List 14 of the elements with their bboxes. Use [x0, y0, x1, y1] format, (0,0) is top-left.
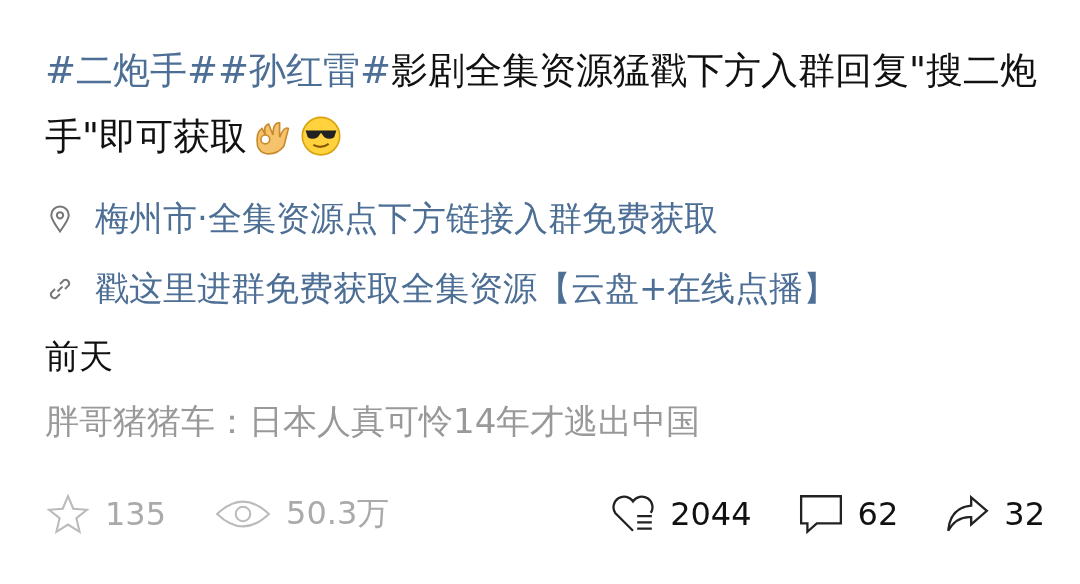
promo-link[interactable]: 戳这里进群免费获取全集资源【云盘+在线点播】: [95, 266, 838, 312]
stat-count: 135: [105, 495, 167, 533]
stat-count: 2044: [670, 495, 752, 533]
star-icon[interactable]: [45, 493, 91, 535]
topic-link[interactable]: #二炮手#: [45, 49, 218, 92]
post-text: #二炮手##孙红雷#影剧全集资源猛戳下方入群回复"搜二炮手"即可获取: [45, 48, 1039, 160]
comment-icon[interactable]: [797, 493, 844, 535]
topic-link[interactable]: #孙红雷#: [218, 49, 392, 92]
stat-count: 32: [1004, 495, 1045, 533]
stat-count: 50.3万: [286, 493, 390, 534]
post-time: 前天: [45, 335, 114, 378]
location-link[interactable]: 梅州市·全集资源点下方链接入群免费获取: [95, 196, 718, 242]
stat-count: 62: [857, 495, 899, 533]
quoted-comment: 胖哥猪猪车：日本人真可怜14年才逃出中国: [45, 400, 702, 443]
